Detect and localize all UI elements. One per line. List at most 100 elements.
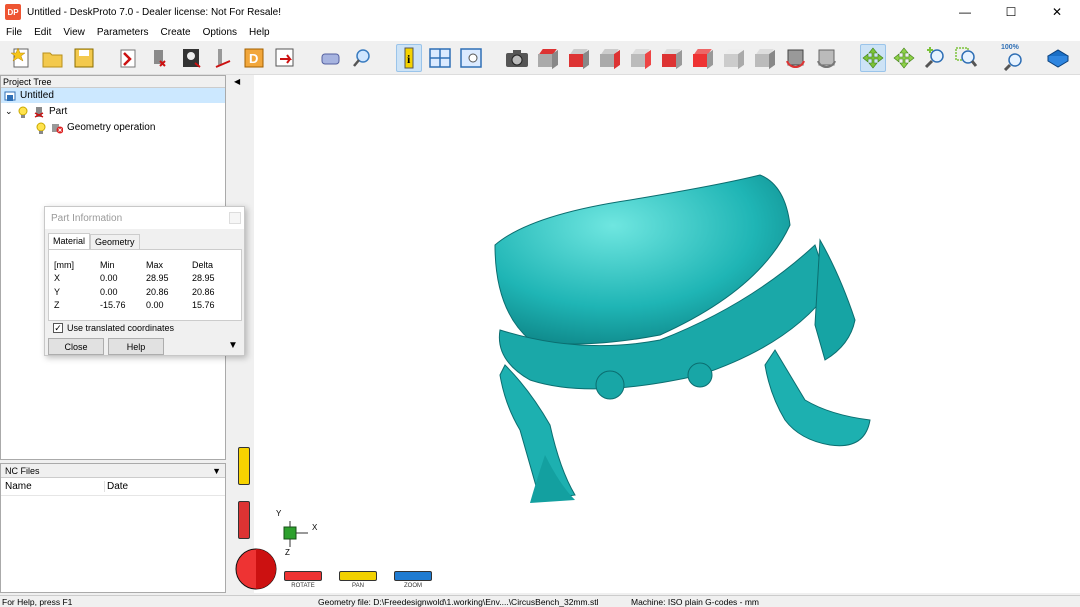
rotate-tool-button[interactable]	[860, 44, 886, 72]
snapshot-button[interactable]	[504, 44, 530, 72]
new-file-icon	[11, 47, 29, 68]
preview-button[interactable]	[458, 44, 484, 72]
open-file-button[interactable]	[40, 44, 66, 72]
checkmark-icon[interactable]: ✓	[53, 323, 63, 333]
row-axis: Y	[54, 286, 61, 297]
svg-text:D: D	[249, 51, 258, 66]
view-iso-button[interactable]	[535, 44, 561, 72]
view-bottom-button[interactable]	[690, 44, 716, 72]
zoom-window-icon	[955, 47, 978, 67]
table-header-row: [mm] Min Max Delta	[54, 258, 238, 272]
dropdown-arrow-icon[interactable]: ▼	[212, 466, 221, 476]
row-max: 28.95	[146, 273, 169, 284]
lightbulb-icon[interactable]	[17, 106, 29, 118]
pan-label: PAN	[352, 583, 364, 589]
rotate-label: ROTATE	[291, 583, 315, 589]
zoom-tool-button[interactable]	[922, 44, 948, 72]
part-model[interactable]	[230, 75, 1080, 593]
help-button[interactable]: Help	[108, 338, 164, 355]
view-rotate-button[interactable]	[783, 44, 809, 72]
zoom-in-icon	[924, 47, 944, 69]
header-min: Min	[100, 259, 115, 270]
tree-item-part[interactable]: ⌄ Part	[5, 104, 67, 119]
menu-edit[interactable]: Edit	[28, 27, 57, 38]
cube-iso-icon	[538, 49, 558, 70]
project-tree-header: Project Tree	[1, 76, 225, 88]
row-min: -15.76	[100, 300, 126, 311]
view-right-button[interactable]	[659, 44, 685, 72]
layout-button[interactable]	[427, 44, 453, 72]
rotate-button[interactable]	[284, 571, 322, 581]
export-button[interactable]	[272, 44, 298, 72]
tree-item-project[interactable]: Untitled	[1, 88, 225, 103]
rotate-arrows-icon	[862, 47, 884, 69]
tab-material[interactable]: Material	[48, 233, 91, 249]
toolpath-button[interactable]	[210, 44, 236, 72]
use-translated-coordinates-checkbox[interactable]: ✓ Use translated coordinates	[53, 323, 174, 333]
menu-file[interactable]: File	[0, 27, 28, 38]
close-window-button[interactable]: ✕	[1034, 0, 1080, 24]
part-button[interactable]	[148, 44, 174, 72]
tree-item-label: Untitled	[20, 90, 54, 101]
checkbox-label: Use translated coordinates	[67, 323, 175, 333]
cube-bottom-icon	[693, 49, 713, 70]
pan-button[interactable]	[339, 571, 377, 581]
drawing-button[interactable]: D	[241, 44, 267, 72]
status-machine: Machine: ISO plain G-codes - mm	[631, 596, 760, 607]
cube-left-icon	[600, 49, 620, 70]
view-left-button[interactable]	[597, 44, 623, 72]
bitmap-button[interactable]	[179, 44, 205, 72]
dimensions-table: [mm] Min Max Delta X 0.00 28.95 28.95 Y …	[54, 258, 238, 312]
save-button[interactable]	[71, 44, 97, 72]
minimize-button[interactable]: —	[942, 0, 988, 24]
zoom-100-button[interactable]: 100%	[999, 44, 1029, 72]
view-reset-button[interactable]	[814, 44, 840, 72]
view-plain-button[interactable]	[752, 44, 778, 72]
status-help: For Help, press F1	[2, 596, 73, 607]
expand-chevron-icon[interactable]: ⌄	[5, 106, 17, 117]
info-button[interactable]: i	[396, 44, 422, 72]
axis-triad-icon	[283, 521, 308, 547]
find-button[interactable]	[349, 44, 375, 72]
column-date[interactable]: Date	[105, 481, 128, 492]
row-max: 20.86	[146, 286, 169, 297]
view-front-button[interactable]	[566, 44, 592, 72]
lightbulb-icon[interactable]	[35, 122, 47, 134]
erase-button[interactable]	[318, 44, 344, 72]
tab-geometry[interactable]: Geometry	[90, 234, 140, 249]
rotate-view-icon	[786, 49, 805, 68]
expand-down-icon[interactable]: ▼	[228, 340, 238, 351]
maximize-button[interactable]: ☐	[988, 0, 1034, 24]
zoom-window-button[interactable]	[953, 44, 979, 72]
save-icon	[74, 48, 94, 68]
zoom-button[interactable]	[394, 571, 432, 581]
import-geometry-button[interactable]	[117, 44, 143, 72]
dialog-close-icon[interactable]	[229, 212, 241, 224]
pan-arrows-icon	[893, 47, 915, 69]
row-delta: 28.95	[192, 273, 215, 284]
toolbar: D i 100%	[0, 41, 1080, 75]
menu-create[interactable]: Create	[155, 27, 197, 38]
new-file-button[interactable]	[8, 44, 34, 72]
column-name[interactable]: Name	[1, 481, 105, 492]
tree-item-geometry-operation[interactable]: Geometry operation	[35, 120, 155, 135]
menu-parameters[interactable]: Parameters	[91, 27, 155, 38]
close-button[interactable]: Close	[48, 338, 104, 355]
help-book-icon	[1047, 49, 1069, 68]
3d-viewport[interactable]: ◀ Y X Z ROTATE PAN ZOOM	[230, 75, 1080, 593]
row-delta: 20.86	[192, 286, 215, 297]
pan-tool-button[interactable]	[891, 44, 917, 72]
rotate-dial[interactable]	[234, 547, 278, 591]
view-top-button[interactable]	[721, 44, 747, 72]
window-controls: — ☐ ✕	[942, 0, 1080, 24]
help-book-button[interactable]	[1045, 44, 1071, 72]
title-bar: DP Untitled - DeskProto 7.0 - Dealer lic…	[0, 0, 1080, 24]
view-back-button[interactable]	[628, 44, 654, 72]
nc-files-header: NC Files	[5, 465, 40, 476]
menu-view[interactable]: View	[57, 27, 91, 38]
app-logo-icon: DP	[5, 4, 21, 20]
menu-options[interactable]: Options	[197, 27, 243, 38]
menu-help[interactable]: Help	[243, 27, 276, 38]
cube-back-icon	[631, 49, 651, 70]
nc-files-panel: NC Files ▼ Name Date	[0, 463, 226, 593]
